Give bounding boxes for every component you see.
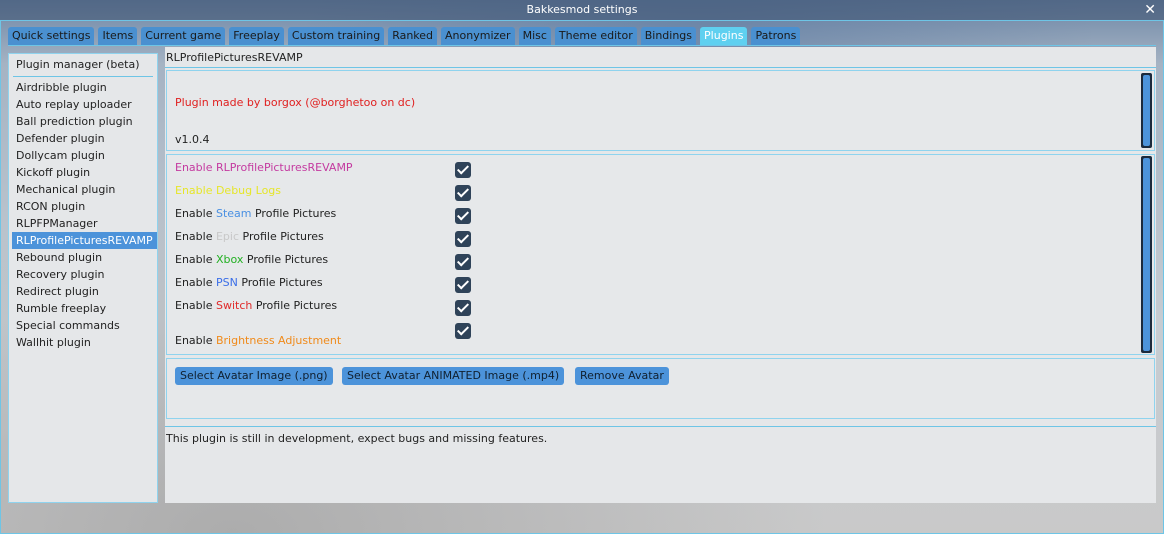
option-label: Enable Switch Profile Pictures <box>175 299 337 312</box>
option-label: Enable RLProfilePicturesREVAMP <box>175 161 353 174</box>
plugin-panel: RLProfilePicturesREVAMP Plugin made by b… <box>165 47 1156 503</box>
sidebar-item-rebound-plugin[interactable]: Rebound plugin <box>9 249 157 266</box>
tab-bar: Quick settings Items Current game Freeplay C… <box>8 27 801 45</box>
option-checkbox[interactable] <box>455 254 471 270</box>
tab-misc[interactable]: Misc <box>518 27 551 45</box>
option-label-suffix: Profile Pictures <box>252 299 338 312</box>
sidebar-item-rlpfpmanager[interactable]: RLPFPManager <box>9 215 157 232</box>
close-icon[interactable]: ✕ <box>1144 0 1156 20</box>
option-checkbox[interactable] <box>455 162 471 178</box>
window-title: Bakkesmod settings <box>526 3 638 16</box>
divider <box>165 67 1156 68</box>
option-label-highlight: Switch <box>215 299 253 312</box>
plugin-options-box: Enable RLProfilePicturesREVAMP Enable Deb… <box>166 154 1155 355</box>
remove-avatar-button[interactable]: Remove Avatar <box>575 367 669 385</box>
option-label: Enable Brightness Adjustment <box>175 334 341 347</box>
option-checkbox[interactable] <box>455 208 471 224</box>
option-label-prefix: Enable <box>175 334 216 347</box>
sidebar-item-rumble-freeplay[interactable]: Rumble freeplay <box>9 300 157 317</box>
avatar-actions-box: Select Avatar Image (.png) Select Avatar… <box>166 358 1155 419</box>
plugin-sidebar: Plugin manager (beta) Airdribble plugin A… <box>8 53 158 503</box>
sidebar-item-mechanical-plugin[interactable]: Mechanical plugin <box>9 181 157 198</box>
select-animated-avatar-button[interactable]: Select Avatar ANIMATED Image (.mp4) <box>342 367 565 385</box>
tab-bindings[interactable]: Bindings <box>640 27 697 45</box>
option-label-highlight: Enable RLProfilePicturesREVAMP <box>175 161 353 174</box>
sidebar-item-defender-plugin[interactable]: Defender plugin <box>9 130 157 147</box>
tab-custom-training[interactable]: Custom training <box>287 27 385 45</box>
option-label-suffix: Profile Pictures <box>251 207 337 220</box>
sidebar-item-ball-prediction-plugin[interactable]: Ball prediction plugin <box>9 113 157 130</box>
option-label-prefix: Enable <box>175 253 216 266</box>
option-label-highlight: Enable Debug Logs <box>175 184 282 197</box>
sidebar-item-dollycam-plugin[interactable]: Dollycam plugin <box>9 147 157 164</box>
plugin-list: Airdribble plugin Auto replay uploader Bal… <box>9 79 157 351</box>
sidebar-item-wallhit-plugin[interactable]: Wallhit plugin <box>9 334 157 351</box>
sidebar-divider <box>13 76 153 77</box>
option-label-highlight: Xbox <box>215 253 244 266</box>
tab-ranked[interactable]: Ranked <box>388 27 438 45</box>
option-label-suffix: Profile Pictures <box>237 276 323 289</box>
tab-items[interactable]: Items <box>98 27 138 45</box>
sidebar-item-auto-replay-uploader[interactable]: Auto replay uploader <box>9 96 157 113</box>
sidebar-item-airdribble-plugin[interactable]: Airdribble plugin <box>9 79 157 96</box>
option-label-highlight: Steam <box>215 207 252 220</box>
info-scrollbar[interactable] <box>1141 73 1152 148</box>
option-label: Enable Debug Logs <box>175 184 281 197</box>
option-label-highlight: PSN <box>215 276 238 289</box>
plugin-info-box: Plugin made by borgox (@borghetoo on dc)… <box>166 70 1155 151</box>
sidebar-title[interactable]: Plugin manager (beta) <box>9 54 157 76</box>
sidebar-item-recovery-plugin[interactable]: Recovery plugin <box>9 266 157 283</box>
sidebar-item-rcon-plugin[interactable]: RCON plugin <box>9 198 157 215</box>
plugin-credit: Plugin made by borgox (@borghetoo on dc) <box>175 96 416 109</box>
option-label: Enable Epic Profile Pictures <box>175 230 324 243</box>
option-checkbox[interactable] <box>455 231 471 247</box>
title-bar: Bakkesmod settings ✕ <box>0 0 1164 20</box>
sidebar-item-rlprofilepicturesrevamp[interactable]: RLProfilePicturesREVAMP <box>12 232 157 249</box>
option-label-prefix: Enable <box>175 276 216 289</box>
option-label: Enable PSN Profile Pictures <box>175 276 323 289</box>
option-label-prefix: Enable <box>175 230 216 243</box>
divider <box>165 426 1156 427</box>
plugin-title: RLProfilePicturesREVAMP <box>166 51 303 64</box>
option-checkbox[interactable] <box>455 185 471 201</box>
option-checkbox[interactable] <box>455 323 471 339</box>
option-checkbox[interactable] <box>455 300 471 316</box>
tab-plugins[interactable]: Plugins <box>700 27 748 45</box>
sidebar-item-kickoff-plugin[interactable]: Kickoff plugin <box>9 164 157 181</box>
option-label: Enable Steam Profile Pictures <box>175 207 336 220</box>
option-checkbox[interactable] <box>455 277 471 293</box>
option-label-suffix: Profile Pictures <box>243 253 329 266</box>
option-label-highlight: Epic <box>215 230 240 243</box>
sidebar-item-special-commands[interactable]: Special commands <box>9 317 157 334</box>
tab-current-game[interactable]: Current game <box>141 27 226 45</box>
option-label: Enable Xbox Profile Pictures <box>175 253 328 266</box>
tab-divider <box>8 45 1156 46</box>
tab-anonymizer[interactable]: Anonymizer <box>441 27 515 45</box>
option-label-highlight: Brightness Adjustment <box>215 334 342 347</box>
option-label-prefix: Enable <box>175 207 216 220</box>
development-note: This plugin is still in development, exp… <box>166 432 548 445</box>
option-label-suffix: Profile Pictures <box>239 230 324 243</box>
tab-patrons[interactable]: Patrons <box>751 27 801 45</box>
tab-quick-settings[interactable]: Quick settings <box>8 27 95 45</box>
tab-theme-editor[interactable]: Theme editor <box>554 27 637 45</box>
tab-freeplay[interactable]: Freeplay <box>229 27 284 45</box>
scrollbar-thumb[interactable] <box>1143 75 1150 146</box>
plugin-version: v1.0.4 <box>175 133 210 146</box>
option-label-prefix: Enable <box>175 299 216 312</box>
options-scrollbar[interactable] <box>1141 156 1152 353</box>
sidebar-item-redirect-plugin[interactable]: Redirect plugin <box>9 283 157 300</box>
select-avatar-button[interactable]: Select Avatar Image (.png) <box>175 367 333 385</box>
scrollbar-thumb[interactable] <box>1143 158 1150 351</box>
